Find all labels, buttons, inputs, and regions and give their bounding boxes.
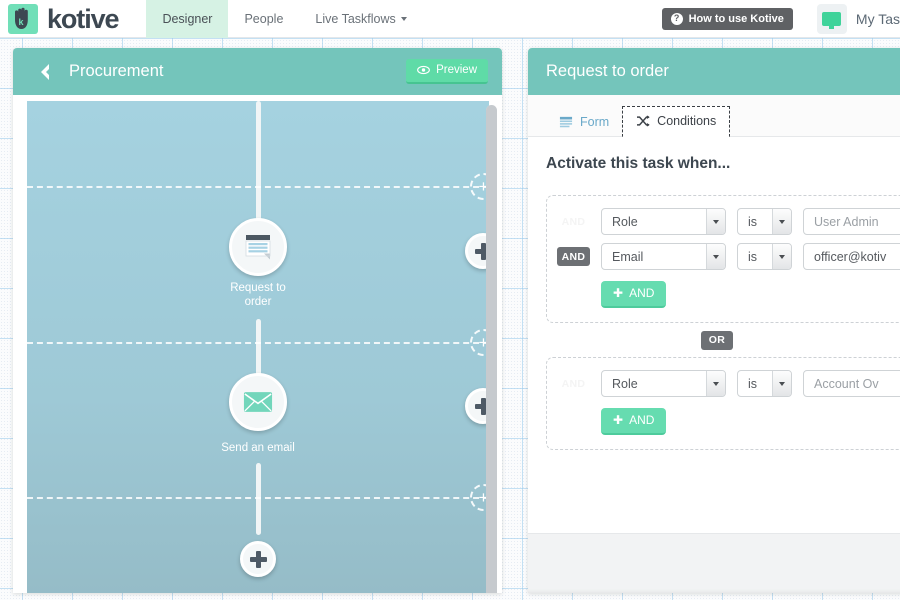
- condition-value-text: Account Ov: [814, 376, 879, 391]
- operator-select[interactable]: is: [737, 208, 792, 235]
- nav-item-live-taskflows-label: Live Taskflows: [315, 11, 396, 26]
- condition-value-text: User Admin: [814, 214, 879, 229]
- operator-select-value: is: [748, 376, 758, 391]
- envelope-icon: [243, 392, 273, 412]
- brand-name: kotive: [47, 3, 120, 34]
- form-document-icon: [245, 235, 271, 260]
- tab-conditions[interactable]: Conditions: [622, 106, 731, 137]
- plus-icon: ✚: [613, 286, 624, 300]
- condition-row: AND Role is User Admin: [557, 208, 900, 235]
- condition-value-input[interactable]: officer@kotiv: [803, 243, 900, 270]
- field-select-value: Email: [612, 249, 644, 264]
- taskflow-canvas-viewport: + + + Request to order Send an email: [27, 101, 489, 593]
- nav-item-people-label: People: [244, 11, 284, 26]
- tab-conditions-label: Conditions: [657, 114, 717, 128]
- nav-item-live-taskflows[interactable]: Live Taskflows: [299, 0, 422, 38]
- preview-button[interactable]: Preview: [406, 59, 488, 84]
- nav-item-designer[interactable]: Designer: [146, 0, 229, 38]
- task-detail-panel: Request to order Form Conditions Activat…: [528, 48, 900, 593]
- chevron-down-icon: [772, 244, 791, 269]
- shuffle-icon: [637, 115, 650, 127]
- eye-icon: [417, 65, 431, 75]
- row-connector-badge: AND: [557, 212, 590, 231]
- main-nav: Designer People Live Taskflows: [146, 0, 422, 38]
- taskflow-canvas: + + + Request to order Send an email: [27, 101, 489, 593]
- task-node-send-an-email[interactable]: [229, 373, 287, 431]
- field-select[interactable]: Email: [601, 243, 726, 270]
- field-select-value: Role: [612, 376, 638, 391]
- tab-form[interactable]: Form: [546, 108, 622, 137]
- form-icon: [559, 116, 573, 127]
- nav-item-people[interactable]: People: [228, 0, 299, 38]
- task-panel-title: Request to order: [546, 62, 669, 80]
- operator-select[interactable]: is: [737, 370, 792, 397]
- how-to-use-kotive-button[interactable]: ? How to use Kotive: [661, 7, 793, 30]
- add-and-condition-label: AND: [629, 413, 655, 427]
- condition-value-text: officer@kotiv: [814, 249, 887, 264]
- add-and-condition-label: AND: [629, 286, 655, 300]
- field-select[interactable]: Role: [601, 370, 726, 397]
- designer-scrollbar-thumb[interactable]: [486, 105, 497, 593]
- task-node-label: Request to order: [230, 282, 286, 309]
- preview-label: Preview: [436, 64, 477, 76]
- brand-logo[interactable]: k kotive: [0, 0, 120, 38]
- insert-row: [27, 497, 489, 499]
- top-bar-right: ? How to use Kotive My Tas: [661, 0, 900, 38]
- nav-item-designer-label: Designer: [162, 11, 213, 26]
- condition-row: AND Email is officer@kotiv: [557, 243, 900, 270]
- field-select[interactable]: Role: [601, 208, 726, 235]
- designer-panel: Procurement Preview + + + Request to ord…: [13, 48, 502, 593]
- designer-scrollbar[interactable]: [486, 105, 497, 593]
- chevron-down-icon: [772, 209, 791, 234]
- taskflow-title: Procurement: [69, 62, 164, 80]
- add-and-condition-button[interactable]: ✚ AND: [601, 408, 667, 435]
- chevron-down-icon: [706, 244, 725, 269]
- chevron-down-icon: [706, 209, 725, 234]
- chevron-down-icon: [706, 371, 725, 396]
- operator-select-value: is: [748, 214, 758, 229]
- chevron-down-icon: [772, 371, 791, 396]
- plus-icon: ✚: [613, 413, 624, 427]
- or-separator: OR: [546, 323, 888, 357]
- row-connector-badge: AND: [557, 374, 590, 393]
- or-separator-badge: OR: [700, 330, 734, 350]
- app-root: k kotive Designer People Live Taskflows …: [0, 0, 900, 600]
- hand-logo-icon: k: [8, 3, 38, 34]
- task-tabs: Form Conditions: [528, 95, 900, 137]
- conditions-heading: Activate this task when...: [546, 155, 731, 172]
- my-tasks-link[interactable]: My Tas: [816, 3, 900, 34]
- my-tasks-label: My Tas: [855, 10, 900, 27]
- field-select-value: Role: [612, 214, 638, 229]
- connector-spine: [256, 463, 261, 535]
- condition-group: AND Role is User Admin AND Email is offi…: [546, 195, 900, 323]
- task-node-label: Send an email: [221, 442, 295, 454]
- condition-value-input[interactable]: Account Ov: [803, 370, 900, 397]
- tab-form-label: Form: [580, 115, 610, 129]
- top-navigation-bar: k kotive Designer People Live Taskflows …: [0, 0, 900, 38]
- monitor-icon: [816, 3, 847, 34]
- condition-group: AND Role is Account Ov ✚ AND: [546, 357, 900, 450]
- condition-value-input[interactable]: User Admin: [803, 208, 900, 235]
- question-mark-icon: ?: [670, 12, 683, 25]
- task-panel-header: Request to order: [528, 48, 900, 95]
- operator-select-value: is: [748, 249, 758, 264]
- how-to-use-kotive-label: How to use Kotive: [688, 12, 784, 25]
- conditions-body: Activate this task when... AND Role is U…: [528, 137, 900, 593]
- task-node-request-to-order[interactable]: [229, 218, 287, 276]
- plus-icon: [249, 550, 267, 568]
- row-connector-badge: AND: [557, 247, 590, 266]
- chevron-down-icon: [400, 16, 407, 21]
- condition-row: AND Role is Account Ov: [557, 370, 900, 397]
- task-panel-footer: [528, 533, 900, 593]
- insert-row: [27, 342, 489, 344]
- add-and-condition-button[interactable]: ✚ AND: [601, 281, 667, 308]
- operator-select[interactable]: is: [737, 243, 792, 270]
- add-task-button[interactable]: [240, 541, 276, 577]
- chevron-left-icon[interactable]: [33, 61, 55, 83]
- designer-panel-header: Procurement Preview: [13, 48, 502, 95]
- insert-row: [27, 186, 489, 188]
